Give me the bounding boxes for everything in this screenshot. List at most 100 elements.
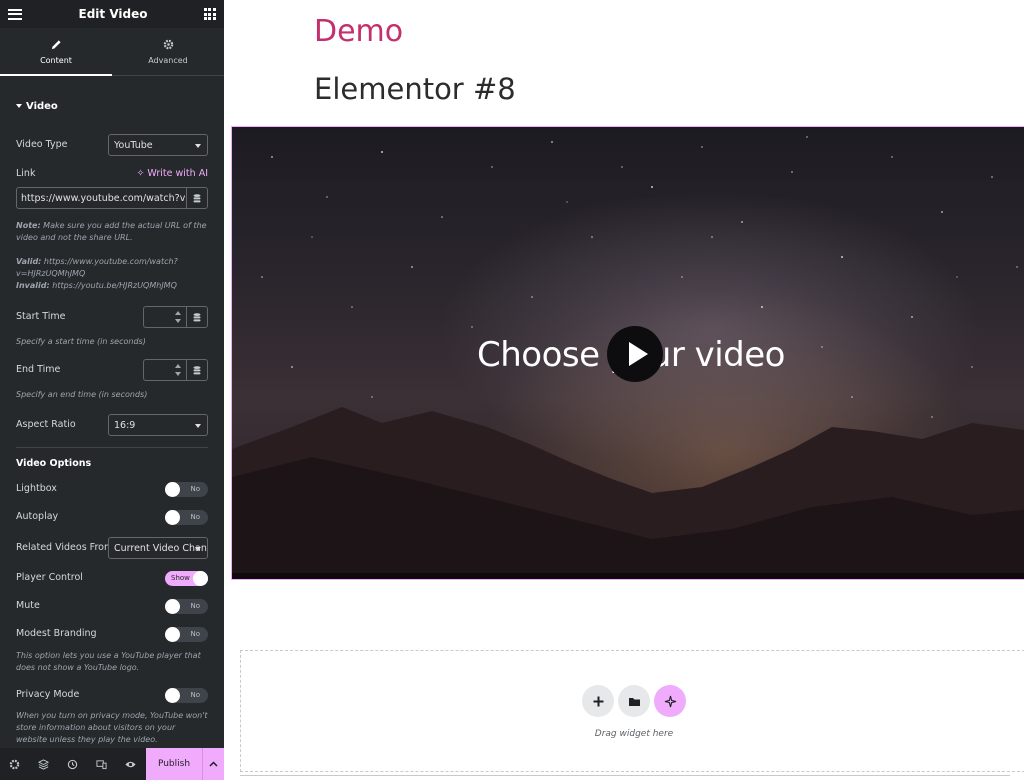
section-video-toggle[interactable]: Video xyxy=(16,101,58,112)
mute-label: Mute xyxy=(16,600,40,611)
video-widget[interactable]: Choose your video xyxy=(231,126,1024,580)
dynamic-tags-button[interactable] xyxy=(186,187,208,209)
link-label: Link xyxy=(16,168,36,179)
eye-icon xyxy=(125,761,136,767)
link-input[interactable]: https://www.youtube.com/watch?v xyxy=(16,187,186,209)
modest-branding-toggle[interactable]: No xyxy=(165,627,208,642)
start-time-input[interactable] xyxy=(143,306,186,328)
folder-icon xyxy=(628,697,640,706)
spinner-icon[interactable] xyxy=(174,311,182,323)
link-note: Note: Make sure you add the actual URL o… xyxy=(16,220,208,244)
divider xyxy=(240,775,1010,776)
link-valid-note: Valid: https://www.youtube.com/watch?v=H… xyxy=(16,256,208,280)
panel-footer: Publish xyxy=(0,748,224,780)
end-time-label: End Time xyxy=(16,364,61,375)
tab-content-label: Content xyxy=(40,55,72,65)
toggle-state: Show xyxy=(171,574,190,582)
history-icon xyxy=(67,759,78,769)
dynamic-tags-button[interactable] xyxy=(186,306,208,328)
toggle-knob xyxy=(165,510,180,525)
panel-tabs: Content Advanced xyxy=(0,28,224,76)
publish-button[interactable]: Publish xyxy=(146,748,202,780)
toggle-knob xyxy=(165,599,180,614)
end-time-input[interactable] xyxy=(143,359,186,381)
layers-icon xyxy=(38,758,49,770)
start-time-field xyxy=(143,306,208,328)
settings-button[interactable] xyxy=(0,748,29,780)
editor-panel: Edit Video Content Advanced Video Video … xyxy=(0,0,224,780)
preview-canvas: Demo Elementor #8 Choose your video xyxy=(224,0,1024,780)
write-with-ai-label: Write with AI xyxy=(147,168,208,179)
drop-zone[interactable]: Drag widget here xyxy=(240,650,1024,772)
related-videos-select[interactable]: Current Video Channel xyxy=(108,537,208,559)
drag-widget-hint: Drag widget here xyxy=(594,729,674,739)
privacy-mode-toggle[interactable]: No xyxy=(165,688,208,703)
responsive-icon xyxy=(96,759,107,769)
database-icon xyxy=(193,193,201,202)
autoplay-label: Autoplay xyxy=(16,511,59,522)
valid-text: https://www.youtube.com/watch?v=HJRzUQMh… xyxy=(16,257,178,278)
section-video-title: Video xyxy=(26,101,58,112)
add-section-button[interactable] xyxy=(582,685,614,717)
toggle-knob xyxy=(193,571,208,586)
navigator-button[interactable] xyxy=(29,748,58,780)
valid-prefix: Valid: xyxy=(16,257,42,266)
write-with-ai-button[interactable]: ✧ Write with AI xyxy=(136,168,208,179)
toggle-knob xyxy=(165,482,180,497)
add-template-button[interactable] xyxy=(618,685,650,717)
invalid-prefix: Invalid: xyxy=(16,281,50,290)
toggle-state: No xyxy=(190,630,200,638)
dynamic-tags-button[interactable] xyxy=(186,359,208,381)
player-control-toggle[interactable]: Show xyxy=(165,571,208,586)
video-type-select[interactable]: YouTube xyxy=(108,134,208,156)
note-prefix: Note: xyxy=(16,221,41,230)
start-time-help: Specify a start time (in seconds) xyxy=(16,337,146,346)
toggle-knob xyxy=(165,627,180,642)
tab-advanced[interactable]: Advanced xyxy=(112,28,224,75)
tab-content[interactable]: Content xyxy=(0,28,112,76)
panel-header: Edit Video xyxy=(0,0,224,28)
video-type-label: Video Type xyxy=(16,139,68,150)
responsive-mode-button[interactable] xyxy=(87,748,116,780)
modest-branding-label: Modest Branding xyxy=(16,628,97,639)
menu-icon[interactable] xyxy=(8,8,22,20)
toggle-knob xyxy=(165,688,180,703)
autoplay-toggle[interactable]: No xyxy=(165,510,208,525)
start-time-label: Start Time xyxy=(16,311,66,322)
chevron-up-icon xyxy=(209,761,218,767)
caret-down-icon xyxy=(16,104,22,108)
end-time-field xyxy=(143,359,208,381)
plus-icon xyxy=(593,696,603,706)
end-time-help: Specify an end time (in seconds) xyxy=(16,390,148,399)
play-button[interactable] xyxy=(607,326,663,382)
panel-title: Edit Video xyxy=(78,7,148,21)
lightbox-label: Lightbox xyxy=(16,483,57,494)
aspect-ratio-select[interactable]: 16:9 xyxy=(108,414,208,436)
lightbox-toggle[interactable]: No xyxy=(165,482,208,497)
ai-generate-button[interactable] xyxy=(654,685,686,717)
toggle-state: No xyxy=(190,691,200,699)
history-button[interactable] xyxy=(58,748,87,780)
tab-advanced-label: Advanced xyxy=(148,55,188,65)
modest-branding-help: This option lets you use a YouTube playe… xyxy=(16,651,201,672)
preview-button[interactable] xyxy=(116,748,145,780)
note-text: Make sure you add the actual URL of the … xyxy=(16,221,207,242)
divider xyxy=(16,447,208,448)
link-field: https://www.youtube.com/watch?v xyxy=(16,187,208,209)
database-icon xyxy=(193,365,201,374)
gear-icon xyxy=(163,39,173,49)
player-control-label: Player Control xyxy=(16,572,83,583)
related-videos-label: Related Videos From xyxy=(16,542,114,553)
site-title[interactable]: Demo xyxy=(314,14,403,49)
controls-panel: Video Video Type YouTube Link ✧ Write wi… xyxy=(0,92,224,748)
privacy-mode-label: Privacy Mode xyxy=(16,689,80,700)
pencil-icon xyxy=(51,39,61,49)
toggle-state: No xyxy=(190,485,200,493)
widgets-grid-icon[interactable] xyxy=(203,8,216,20)
toggle-state: No xyxy=(190,602,200,610)
spinner-icon[interactable] xyxy=(174,364,182,376)
mute-toggle[interactable]: No xyxy=(165,599,208,614)
publish-options-button[interactable] xyxy=(202,748,224,780)
toggle-state: No xyxy=(190,513,200,521)
gear-icon xyxy=(9,759,20,769)
